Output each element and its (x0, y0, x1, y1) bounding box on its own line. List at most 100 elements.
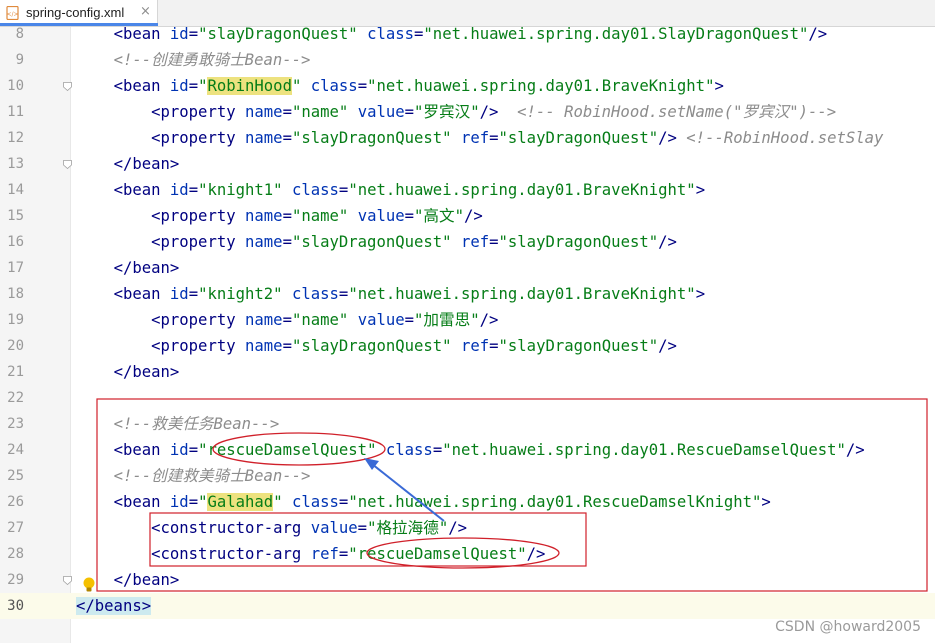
code-token: /> (479, 103, 499, 121)
code-token: <bean (113, 25, 170, 43)
code-line[interactable]: 22 (0, 385, 935, 411)
code-token: name (245, 103, 283, 121)
intention-bulb-icon[interactable] (82, 576, 96, 594)
code-text: <property name="name" value="高文"/> (76, 203, 483, 229)
line-number: 16 (7, 234, 24, 250)
code-text: </bean> (76, 151, 180, 177)
code-token: /> (658, 129, 677, 147)
code-line[interactable]: 11 <property name="name" value="罗宾汉"/> <… (0, 99, 935, 125)
code-line[interactable]: 25 <!--创建救美骑士Bean--> (0, 463, 935, 489)
code-token: = (282, 207, 292, 225)
code-token: name (245, 207, 283, 225)
code-token: "rescueDamselQuest" (198, 441, 377, 459)
code-token: <bean (113, 441, 170, 459)
line-number: 24 (7, 442, 24, 458)
code-token: <property (151, 207, 245, 225)
code-token: " (291, 77, 302, 95)
code-line[interactable]: 10 <bean id="RobinHood" class="net.huawe… (0, 73, 935, 99)
fold-marker-icon[interactable] (63, 160, 72, 169)
code-line[interactable]: 19 <property name="name" value="加雷思"/> (0, 307, 935, 333)
code-line[interactable]: 29 </bean> (0, 567, 935, 593)
code-token: <!--救美任务Bean--> (113, 415, 280, 433)
code-token: = (489, 129, 499, 147)
line-number: 20 (7, 338, 24, 354)
code-line[interactable]: 9 <!--创建勇敢骑士Bean--> (0, 47, 935, 73)
code-line[interactable]: 30 </beans> (0, 593, 935, 619)
close-tab-icon[interactable]: × (140, 4, 151, 19)
fold-marker-icon[interactable] (63, 82, 72, 91)
code-token: <property (151, 311, 245, 329)
code-line[interactable]: 24 <bean id="rescueDamselQuest" class="n… (0, 437, 935, 463)
code-token: "net.huawei.spring.day01.SlayDragonQuest… (423, 25, 809, 43)
code-text: <bean id="knight2" class="net.huawei.spr… (76, 281, 706, 307)
code-token: class (310, 77, 358, 95)
line-number: 17 (7, 260, 24, 276)
code-line[interactable]: 21 </bean> (0, 359, 935, 385)
code-text: <constructor-arg ref="rescueDamselQuest"… (76, 541, 545, 567)
code-token: <property (151, 103, 245, 121)
code-text: <property name="slayDragonQuest" ref="sl… (76, 125, 883, 151)
code-line[interactable]: 27 <constructor-arg value="格拉海德"/> (0, 515, 935, 541)
code-token: name (245, 129, 283, 147)
code-token: </bean> (113, 363, 180, 381)
code-token: = (282, 103, 292, 121)
code-text: <!--救美任务Bean--> (76, 411, 280, 437)
code-line[interactable]: 23 <!--救美任务Bean--> (0, 411, 935, 437)
fold-marker-icon[interactable] (63, 576, 72, 585)
code-token: <!--RobinHood.setSlay (686, 129, 884, 147)
code-line[interactable]: 28 <constructor-arg ref="rescueDamselQue… (0, 541, 935, 567)
code-token: <constructor-arg (151, 519, 311, 537)
code-text: <bean id="slayDragonQuest" class="net.hu… (76, 21, 828, 47)
code-token: = (404, 207, 415, 225)
code-token: "格拉海德" (367, 519, 449, 537)
code-line[interactable]: 12 <property name="slayDragonQuest" ref=… (0, 125, 935, 151)
code-text: </bean> (76, 359, 180, 385)
code-token: ref (310, 545, 339, 563)
code-token: value (357, 311, 405, 329)
code-token: "slayDragonQuest" (291, 337, 452, 355)
code-line[interactable]: 18 <bean id="knight2" class="net.huawei.… (0, 281, 935, 307)
code-line[interactable]: 20 <property name="slayDragonQuest" ref=… (0, 333, 935, 359)
code-token: "slayDragonQuest" (291, 129, 452, 147)
code-line[interactable]: 16 <property name="slayDragonQuest" ref=… (0, 229, 935, 255)
code-token: "name" (291, 311, 349, 329)
code-line[interactable]: 8 <bean id="slayDragonQuest" class="net.… (0, 21, 935, 47)
code-token: "slayDragonQuest" (498, 233, 659, 251)
line-number: 13 (7, 156, 24, 172)
code-text: <constructor-arg value="格拉海德"/> (76, 515, 467, 541)
code-line[interactable]: 15 <property name="name" value="高文"/> (0, 203, 935, 229)
code-line[interactable]: 14 <bean id="knight1" class="net.huawei.… (0, 177, 935, 203)
code-token: "罗宾汉" (414, 103, 480, 121)
code-token: name (245, 311, 283, 329)
code-token: <property (151, 233, 245, 251)
code-token: = (489, 337, 499, 355)
code-token: /> (479, 311, 499, 329)
code-token: "rescueDamselQuest" (348, 545, 527, 563)
code-token: id (169, 77, 189, 95)
code-token: <bean (113, 493, 170, 511)
line-number: 28 (7, 546, 24, 562)
code-token: = (338, 493, 349, 511)
code-line[interactable]: 26 <bean id="Galahad" class="net.huawei.… (0, 489, 935, 515)
code-token: class (291, 493, 339, 511)
code-line[interactable]: 17 </bean> (0, 255, 935, 281)
code-token: <!--创建勇敢骑士Bean--> (113, 51, 311, 69)
code-token: = (357, 77, 368, 95)
code-line[interactable]: 13 </bean> (0, 151, 935, 177)
line-number: 29 (7, 572, 24, 588)
